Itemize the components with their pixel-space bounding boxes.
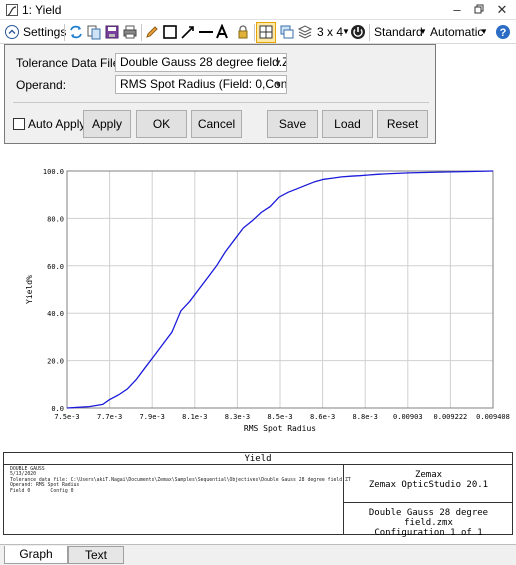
style-dropdown[interactable]: Standard [374, 25, 423, 39]
tab-text[interactable]: Text [68, 546, 124, 564]
plot-info-box: Yield DOUBLE GAUSS 5/13/2020 Tolerance dat… [3, 452, 513, 538]
chevron-down-icon: ▼ [274, 58, 282, 67]
yield-chart: 7.5e-3 7.7e-3 7.9e-3 8.1e-3 8.3e-3 8.5e-3 8.6e… [25, 168, 510, 433]
plot-info-file-block: Double Gauss 28 degree field.zmx Configu… [344, 504, 513, 538]
layout-grid-icon[interactable] [256, 22, 276, 43]
chevron-down-icon: ▼ [480, 27, 488, 36]
scale-dropdown[interactable]: Automatic [430, 25, 483, 39]
chevron-down-icon: ▼ [342, 27, 350, 36]
window-title: 1: Yield [22, 3, 62, 17]
y-tick-label: 20.0 [47, 358, 64, 366]
print-icon[interactable] [122, 24, 138, 43]
x-axis-label: RMS Spot Radius [244, 424, 316, 433]
tolerance-file-dropdown[interactable]: Double Gauss 28 degree field.ZT ▼ [115, 53, 287, 72]
plot-info-details: DOUBLE GAUSS 5/13/2020 Tolerance data file… [10, 467, 351, 494]
pencil-icon[interactable] [144, 24, 160, 43]
x-tick-label: 7.7e-3 [97, 413, 122, 421]
plot-info-detail-line: Field 0 Config 0 [10, 488, 74, 494]
y-axis-label: Yield% [25, 275, 34, 304]
save-button[interactable]: Save [267, 110, 318, 138]
plot-info-title: Yield [4, 453, 512, 465]
product-name: Zemax OpticStudio 20.1 [368, 480, 489, 490]
y-tick-label: 0.0 [51, 405, 64, 413]
x-tick-label: 0.009222 [434, 413, 468, 421]
arrow-icon[interactable] [180, 24, 196, 43]
help-icon[interactable]: ? [495, 24, 511, 43]
window-stack-icon[interactable] [279, 24, 295, 43]
ok-button[interactable]: OK [136, 110, 187, 138]
tolerance-file-label: Tolerance Data File: [16, 56, 123, 70]
x-tick-label: 8.3e-3 [225, 413, 250, 421]
save-icon[interactable] [104, 24, 120, 43]
layout-dropdown[interactable]: 3 x 4 [317, 25, 343, 39]
copy-icon[interactable] [86, 24, 102, 43]
toolbar-divider [64, 24, 65, 41]
toolbar-divider [141, 24, 142, 41]
rectangle-icon[interactable] [162, 24, 178, 43]
restore-button[interactable] [470, 1, 488, 19]
chevron-down-icon: ▼ [274, 80, 282, 89]
reset-button[interactable]: Reset [377, 110, 428, 138]
x-tick-label: 8.6e-3 [310, 413, 335, 421]
y-tick-label: 100.0 [43, 168, 64, 176]
load-button[interactable]: Load [322, 110, 373, 138]
settings-button[interactable]: Settings [23, 25, 66, 39]
lock-icon[interactable] [235, 24, 251, 43]
toolbar-divider [369, 24, 370, 41]
line-icon[interactable] [198, 24, 214, 43]
operand-value: RMS Spot Radius (Field: 0,Confi [120, 77, 287, 91]
company-name: Zemax [414, 470, 443, 480]
svg-text:?: ? [500, 27, 507, 39]
layers-icon[interactable] [297, 24, 313, 43]
settings-collapse-icon[interactable] [4, 24, 20, 43]
operand-label: Operand: [16, 78, 67, 92]
plot-info-company-block: Zemax Zemax OpticStudio 20.1 [344, 465, 513, 503]
tolerance-file-value: Double Gauss 28 degree field.ZT [120, 55, 287, 69]
close-button[interactable]: ✕ [493, 1, 511, 19]
chevron-down-icon: ▼ [419, 27, 427, 36]
auto-apply-checkbox[interactable] [13, 118, 25, 130]
y-tick-label: 40.0 [47, 310, 64, 318]
file-name: Double Gauss 28 degree field.zmx [368, 508, 489, 528]
x-tick-label: 0.00903 [393, 413, 423, 421]
power-icon[interactable] [350, 24, 366, 43]
x-tick-label: 7.5e-3 [54, 413, 79, 421]
settings-panel: Tolerance Data File: Double Gauss 28 deg… [4, 44, 436, 144]
refresh-icon[interactable] [68, 24, 84, 43]
view-tabbar: Graph Text [0, 544, 516, 565]
x-tick-label: 8.8e-3 [353, 413, 378, 421]
text-tool-icon[interactable] [214, 23, 230, 43]
cancel-button[interactable]: Cancel [191, 110, 242, 138]
x-tick-label: 8.5e-3 [267, 413, 292, 421]
toolbar-divider [254, 24, 255, 41]
y-tick-label: 80.0 [47, 215, 64, 223]
minimize-button[interactable]: – [448, 1, 466, 19]
auto-apply-label: Auto Apply [28, 117, 86, 131]
x-tick-label: 7.9e-3 [140, 413, 165, 421]
plot-info-credits: Zemax Zemax OpticStudio 20.1 Double Gaus… [343, 465, 513, 538]
x-tick-label: 8.1e-3 [182, 413, 207, 421]
panel-divider [13, 102, 429, 103]
x-tick-label: 0.009408 [476, 413, 510, 421]
operand-dropdown[interactable]: RMS Spot Radius (Field: 0,Confi ▼ [115, 75, 287, 94]
window-toolbar: Settings 3 x 4 ▼ Standard ▼ Automatic ▼ … [0, 21, 516, 44]
yield-window-icon [6, 4, 18, 16]
configuration-info: Configuration 1 of 1 [374, 528, 483, 538]
y-tick-label: 60.0 [47, 263, 64, 271]
apply-button[interactable]: Apply [83, 110, 131, 138]
tab-graph[interactable]: Graph [4, 546, 68, 564]
window-titlebar: 1: Yield – ✕ [0, 0, 516, 20]
